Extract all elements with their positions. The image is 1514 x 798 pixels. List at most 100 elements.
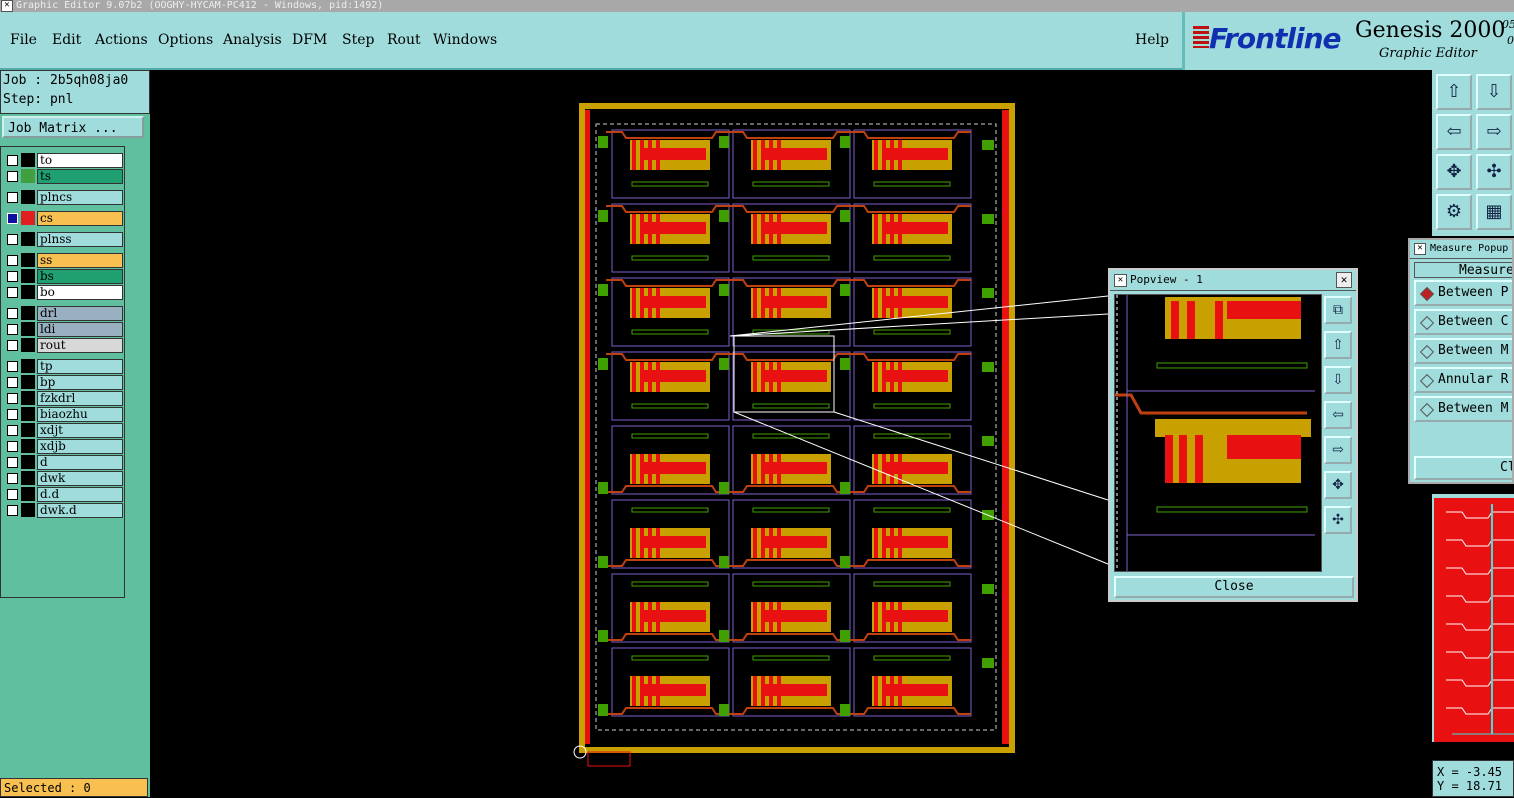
menu-analysis[interactable]: Analysis <box>223 32 282 48</box>
layer-color-swatch[interactable] <box>21 211 35 225</box>
layer-row-drl[interactable]: drl <box>1 306 123 321</box>
layer-checkbox[interactable] <box>7 155 18 166</box>
layer-color-swatch[interactable] <box>21 269 35 283</box>
layer-checkbox[interactable] <box>7 324 18 335</box>
layer-row-tp[interactable]: tp <box>1 359 123 374</box>
measure-menu-icon[interactable]: ✕ <box>1414 243 1426 255</box>
popview-pan-down-icon[interactable]: ⇩ <box>1324 366 1352 394</box>
layer-name[interactable]: drl <box>37 306 123 321</box>
layer-row-bo[interactable]: bo <box>1 285 123 300</box>
layer-color-swatch[interactable] <box>21 338 35 352</box>
layer-checkbox[interactable] <box>7 377 18 388</box>
layer-color-swatch[interactable] <box>21 232 35 246</box>
popview-zoom-fit-icon[interactable]: ⧉ <box>1324 296 1352 324</box>
layer-color-swatch[interactable] <box>21 487 35 501</box>
pan-right-icon[interactable]: ⇨ <box>1476 114 1512 150</box>
layer-name[interactable]: ldi <box>37 322 123 337</box>
layer-row-cs[interactable]: cs <box>1 211 123 226</box>
layer-name[interactable]: bp <box>37 375 123 390</box>
measure-option-between-m-2[interactable]: Between M <box>1414 396 1512 422</box>
zoom-in-icon[interactable]: ✥ <box>1436 154 1472 190</box>
layer-name[interactable]: cs <box>37 211 123 226</box>
layer-color-swatch[interactable] <box>21 455 35 469</box>
layer-checkbox[interactable] <box>7 255 18 266</box>
menu-options[interactable]: Options <box>158 32 213 48</box>
layer-name[interactable]: d.d <box>37 487 123 502</box>
layer-checkbox[interactable] <box>7 457 18 468</box>
overview-map[interactable] <box>1432 494 1514 742</box>
pan-up-icon[interactable]: ⇧ <box>1436 74 1472 110</box>
layer-row-biaozhu[interactable]: biaozhu <box>1 407 123 422</box>
measure-option-annular-r[interactable]: Annular R <box>1414 367 1512 393</box>
popview-zoom-view[interactable] <box>1114 294 1322 572</box>
menu-edit[interactable]: Edit <box>52 32 81 48</box>
layer-row-fzkdrl[interactable]: fzkdrl <box>1 391 123 406</box>
layer-checkbox[interactable] <box>7 473 18 484</box>
menu-help[interactable]: Help <box>1135 32 1169 48</box>
menu-actions[interactable]: Actions <box>95 32 148 48</box>
popview-close-icon[interactable]: ✕ <box>1336 272 1352 288</box>
layer-color-swatch[interactable] <box>21 471 35 485</box>
layer-checkbox[interactable] <box>7 192 18 203</box>
measure-option-between-m[interactable]: Between M <box>1414 338 1512 364</box>
layer-name[interactable]: tp <box>37 359 123 374</box>
layer-name[interactable]: dwk <box>37 471 123 486</box>
layer-color-swatch[interactable] <box>21 391 35 405</box>
layer-name[interactable]: bs <box>37 269 123 284</box>
layer-row-xdjt[interactable]: xdjt <box>1 423 123 438</box>
layer-name[interactable]: plnss <box>37 232 123 247</box>
layer-checkbox[interactable] <box>7 409 18 420</box>
layer-color-swatch[interactable] <box>21 375 35 389</box>
popview-close-button[interactable]: Close <box>1114 576 1354 598</box>
pan-left-icon[interactable]: ⇦ <box>1436 114 1472 150</box>
layer-color-swatch[interactable] <box>21 169 35 183</box>
popview-menu-icon[interactable]: ✕ <box>1114 274 1127 287</box>
layer-checkbox[interactable] <box>7 308 18 319</box>
grid-icon[interactable]: ▦ <box>1476 194 1512 230</box>
layer-row-dwk[interactable]: dwk <box>1 471 123 486</box>
layer-row-d-d[interactable]: d.d <box>1 487 123 502</box>
layer-row-plncs[interactable]: plncs <box>1 190 123 205</box>
layer-color-swatch[interactable] <box>21 190 35 204</box>
layer-checkbox[interactable] <box>7 425 18 436</box>
layer-color-swatch[interactable] <box>21 306 35 320</box>
layer-color-swatch[interactable] <box>21 423 35 437</box>
layer-row-xdjb[interactable]: xdjb <box>1 439 123 454</box>
layer-name[interactable]: bo <box>37 285 123 300</box>
menu-step[interactable]: Step <box>342 32 374 48</box>
popview-zoom-in-icon[interactable]: ✥ <box>1324 471 1352 499</box>
layer-name[interactable]: ss <box>37 253 123 268</box>
layer-row-dwk-d[interactable]: dwk.d <box>1 503 123 518</box>
layer-checkbox[interactable] <box>7 213 18 224</box>
layer-row-to[interactable]: to <box>1 153 123 168</box>
layer-name[interactable]: dwk.d <box>37 503 123 518</box>
layer-color-swatch[interactable] <box>21 153 35 167</box>
layer-name[interactable]: fzkdrl <box>37 391 123 406</box>
popview-zoom-out-icon[interactable]: ✣ <box>1324 506 1352 534</box>
layer-name[interactable]: d <box>37 455 123 470</box>
layer-checkbox[interactable] <box>7 287 18 298</box>
popview-pan-left-icon[interactable]: ⇦ <box>1324 401 1352 429</box>
layer-row-ldi[interactable]: ldi <box>1 322 123 337</box>
layer-row-bs[interactable]: bs <box>1 269 123 284</box>
layer-checkbox[interactable] <box>7 361 18 372</box>
layer-checkbox[interactable] <box>7 393 18 404</box>
layer-color-swatch[interactable] <box>21 503 35 517</box>
measure-option-between-c[interactable]: Between C <box>1414 309 1512 335</box>
layer-checkbox[interactable] <box>7 271 18 282</box>
layer-row-plnss[interactable]: plnss <box>1 232 123 247</box>
menu-dfm[interactable]: DFM <box>292 32 327 48</box>
layer-name[interactable]: to <box>37 153 123 168</box>
pan-down-icon[interactable]: ⇩ <box>1476 74 1512 110</box>
layer-row-ss[interactable]: ss <box>1 253 123 268</box>
layer-color-swatch[interactable] <box>21 285 35 299</box>
menu-rout[interactable]: Rout <box>387 32 421 48</box>
layer-name[interactable]: plncs <box>37 190 123 205</box>
layer-checkbox[interactable] <box>7 340 18 351</box>
menu-windows[interactable]: Windows <box>433 32 497 48</box>
layer-color-swatch[interactable] <box>21 439 35 453</box>
layer-color-swatch[interactable] <box>21 359 35 373</box>
layer-name[interactable]: biaozhu <box>37 407 123 422</box>
layer-row-ts[interactable]: ts <box>1 169 123 184</box>
layer-color-swatch[interactable] <box>21 253 35 267</box>
